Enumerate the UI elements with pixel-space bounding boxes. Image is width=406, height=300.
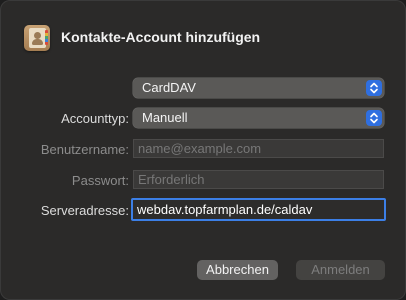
password-label: Passwort: bbox=[71, 173, 129, 188]
contacts-app-icon bbox=[24, 25, 50, 51]
popup-stepper-icon bbox=[366, 110, 382, 126]
server-address-input[interactable] bbox=[133, 200, 384, 219]
password-input[interactable] bbox=[134, 171, 383, 188]
password-field-box bbox=[133, 170, 384, 189]
username-input[interactable] bbox=[134, 140, 383, 157]
account-protocol-select[interactable]: CardDAV bbox=[133, 78, 384, 98]
server-address-label: Serveradresse: bbox=[40, 203, 129, 218]
server-address-field-box bbox=[131, 198, 386, 221]
cancel-button[interactable]: Abbrechen bbox=[197, 260, 278, 280]
accounttype-select[interactable]: Manuell bbox=[133, 108, 384, 128]
account-protocol-value: CardDAV bbox=[142, 80, 196, 95]
popup-stepper-icon bbox=[366, 80, 382, 96]
username-label: Benutzername: bbox=[40, 142, 129, 157]
login-button[interactable]: Anmelden bbox=[296, 260, 385, 280]
add-contacts-account-dialog: Kontakte-Account hinzufügen CardDAV Acco… bbox=[0, 0, 406, 300]
accounttype-label: Accounttyp: bbox=[61, 111, 129, 126]
username-field-box bbox=[133, 139, 384, 158]
accounttype-value: Manuell bbox=[142, 110, 188, 125]
dialog-title: Kontakte-Account hinzufügen bbox=[61, 29, 261, 45]
